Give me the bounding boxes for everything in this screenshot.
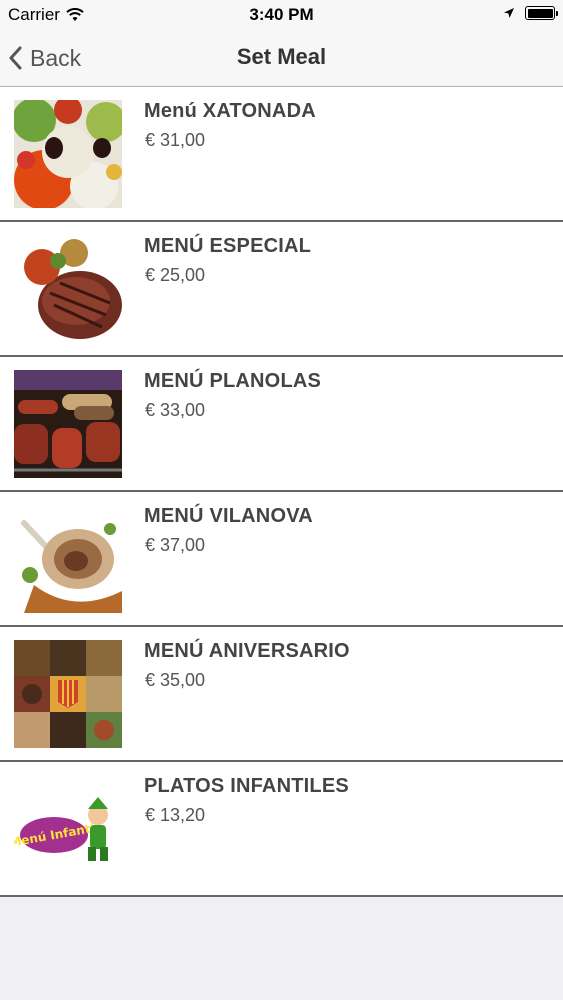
status-bar: Carrier 3:40 PM bbox=[0, 0, 563, 30]
item-name: MENÚ PLANOLAS bbox=[144, 370, 322, 392]
dish-thumbnail bbox=[14, 505, 122, 613]
page-title: Set Meal bbox=[236, 44, 327, 69]
list-item[interactable]: MENÚ ESPECIAL € 25,00 bbox=[0, 222, 563, 357]
list-item[interactable]: Menú XATONADA € 31,00 bbox=[0, 87, 563, 222]
item-name: MENÚ ANIVERSARIO bbox=[144, 640, 350, 662]
status-right bbox=[503, 6, 558, 20]
dish-thumbnail bbox=[14, 370, 122, 478]
item-price: € 25,00 bbox=[145, 265, 206, 285]
item-price: € 37,00 bbox=[145, 535, 206, 555]
item-price: € 31,00 bbox=[145, 130, 206, 150]
item-price: € 13,20 bbox=[145, 805, 206, 825]
status-time: 3:40 PM bbox=[249, 5, 314, 24]
item-name: Menú XATONADA bbox=[144, 100, 316, 122]
list-item[interactable]: MENÚ ANIVERSARIO € 35,00 bbox=[0, 627, 563, 762]
navigation-bar: Back Set Meal bbox=[0, 30, 563, 87]
item-price: € 33,00 bbox=[145, 400, 206, 420]
item-name: PLATOS INFANTILES bbox=[144, 775, 349, 797]
list-item[interactable]: MENÚ PLANOLAS € 33,00 bbox=[0, 357, 563, 492]
battery-icon bbox=[525, 6, 558, 20]
location-arrow-icon bbox=[504, 8, 514, 18]
dish-thumbnail bbox=[14, 100, 122, 208]
item-price: € 35,00 bbox=[145, 670, 206, 690]
list-item[interactable]: MENÚ VILANOVA € 37,00 bbox=[0, 492, 563, 627]
list-item[interactable]: Menú Infantil PLATOS INFANTILES € 13,20 bbox=[0, 762, 563, 897]
dish-thumbnail bbox=[14, 640, 122, 748]
item-name: MENÚ VILANOVA bbox=[144, 505, 313, 527]
menu-list: Menú XATONADA € 31,00 MENÚ ESPECIAL € 25… bbox=[0, 87, 563, 897]
dish-thumbnail: Menú Infantil bbox=[14, 775, 122, 883]
dish-thumbnail bbox=[14, 235, 122, 343]
item-name: MENÚ ESPECIAL bbox=[144, 235, 312, 257]
